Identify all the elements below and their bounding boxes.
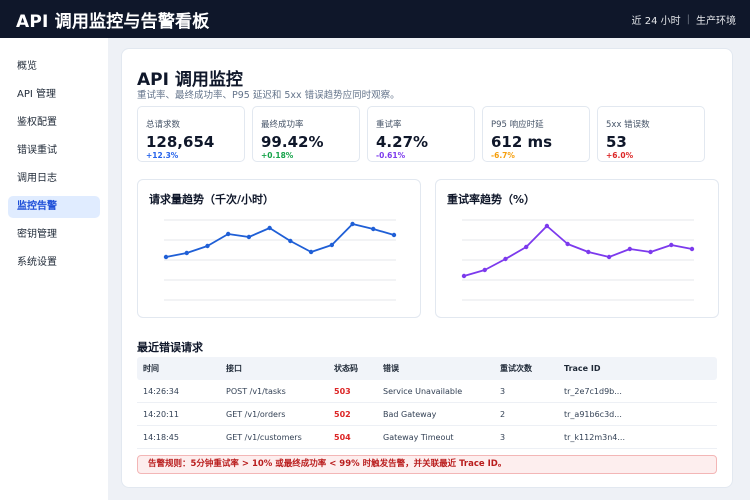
kpi-label: 5xx 错误数 — [606, 120, 650, 130]
data-point[interactable] — [205, 243, 210, 249]
cell-trace-id[interactable]: tr_a91b6c3d... — [558, 410, 717, 419]
data-point[interactable] — [544, 223, 550, 229]
data-point[interactable] — [565, 241, 570, 247]
sidebar-item-overview[interactable]: 概览 — [8, 56, 100, 78]
sidebar-item-api-management[interactable]: API 管理 — [8, 84, 100, 106]
kpi-value: 612 ms — [491, 133, 553, 151]
kpi-card-total-requests: 总请求数 128,654 +12.3% — [137, 106, 245, 162]
cell-time: 14:20:11 — [143, 409, 179, 419]
sidebar-item-call-logs[interactable]: 调用日志 — [8, 168, 100, 190]
data-point[interactable] — [523, 244, 529, 250]
cell-trace-id[interactable]: tr_2e7c1d9b... — [558, 387, 717, 396]
data-point[interactable] — [503, 256, 508, 262]
table-row[interactable]: 14:18:45 GET /v1/customers 504 Gateway T… — [137, 426, 717, 449]
sidebar: 概览 API 管理 鉴权配置 错误重试 调用日志 监控告警 密钥管理 系统设置 — [0, 38, 108, 500]
kpi-delta: -6.7% — [491, 151, 515, 160]
data-point[interactable] — [586, 249, 591, 255]
cell-retries: 3 — [500, 386, 506, 396]
page-subtitle: 重试率、最终成功率、P95 延迟和 5xx 错误趋势应同时观察。 — [137, 90, 400, 101]
cell-error: Gateway Timeout — [383, 432, 454, 442]
data-point[interactable] — [391, 232, 397, 238]
data-point[interactable] — [371, 226, 376, 232]
cell-retries: 3 — [500, 432, 506, 442]
kpi-label: 总请求数 — [146, 120, 181, 130]
data-point[interactable] — [606, 254, 612, 260]
data-point[interactable] — [184, 250, 189, 256]
data-point[interactable] — [163, 254, 169, 260]
cell-status-code: 503 — [334, 386, 351, 396]
cell-time: 14:26:34 — [143, 386, 179, 396]
time-range-selector[interactable]: 近 24 小时 — [632, 12, 681, 27]
cell-status-code: 504 — [334, 432, 351, 442]
sidebar-item-system-settings[interactable]: 系统设置 — [8, 252, 100, 274]
cell-error: Service Unavailable — [383, 386, 463, 396]
data-point[interactable] — [350, 221, 355, 227]
kpi-value: 53 — [606, 133, 627, 151]
topbar-meta: 近 24 小时 | 生产环境 — [632, 12, 736, 27]
table-header: 时间 接口 状态码 错误 重试次数 Trace ID — [137, 357, 717, 380]
error-table-title: 最近错误请求 — [137, 341, 203, 354]
kpi-delta: -0.61% — [376, 151, 406, 160]
data-point[interactable] — [461, 273, 467, 279]
sidebar-item-monitoring-alerts[interactable]: 监控告警 — [8, 196, 100, 218]
sidebar-item-error-retry[interactable]: 错误重试 — [8, 140, 100, 162]
column-header-time[interactable]: 时间 — [137, 363, 220, 374]
kpi-delta: +0.18% — [261, 151, 294, 160]
alert-rule-banner: 告警规则：5分钟重试率 > 10% 或最终成功率 < 99% 时触发告警，并关联… — [137, 455, 717, 474]
kpi-row: 总请求数 128,654 +12.3% 最终成功率 99.42% +0.18% … — [137, 106, 719, 162]
data-point[interactable] — [225, 231, 231, 237]
cell-retries: 2 — [500, 409, 506, 419]
kpi-delta: +6.0% — [606, 151, 634, 160]
cell-endpoint: GET /v1/customers — [226, 432, 302, 442]
cell-time: 14:18:45 — [143, 432, 179, 442]
kpi-delta: +12.3% — [146, 151, 179, 160]
data-point[interactable] — [627, 246, 633, 252]
kpi-label: P95 响应时延 — [491, 120, 544, 130]
sidebar-item-auth-config[interactable]: 鉴权配置 — [8, 112, 100, 134]
sidebar-item-key-management[interactable]: 密钥管理 — [8, 224, 100, 246]
environment-selector[interactable]: 生产环境 — [696, 12, 736, 27]
data-point[interactable] — [308, 249, 314, 255]
data-point[interactable] — [246, 234, 252, 240]
cell-error: Bad Gateway — [383, 409, 437, 419]
kpi-label: 重试率 — [376, 120, 402, 130]
kpi-value: 99.42% — [261, 133, 324, 151]
table-row[interactable]: 14:26:34 POST /v1/tasks 503 Service Unav… — [137, 380, 717, 403]
column-header-trace-id[interactable]: Trace ID — [558, 364, 717, 373]
cell-trace-id[interactable]: tr_k112m3n4... — [558, 433, 717, 442]
data-point[interactable] — [689, 246, 695, 252]
cell-endpoint: GET /v1/orders — [226, 409, 286, 419]
table-row[interactable]: 14:20:11 GET /v1/orders 502 Bad Gateway … — [137, 403, 717, 426]
series-line — [463, 225, 693, 277]
kpi-value: 4.27% — [376, 133, 429, 151]
chart-card-requests: 请求量趋势（千次/小时） — [137, 179, 421, 318]
chart-title: 请求量趋势（千次/小时） — [149, 193, 275, 206]
data-point[interactable] — [267, 225, 272, 231]
top-bar: API 调用监控与告警看板 近 24 小时 | 生产环境 — [0, 0, 750, 38]
kpi-label: 最终成功率 — [261, 120, 304, 130]
cell-endpoint: POST /v1/tasks — [226, 386, 286, 396]
cell-status-code: 502 — [334, 409, 351, 419]
kpi-card-5xx-errors: 5xx 错误数 53 +6.0% — [597, 106, 705, 162]
kpi-card-retry-rate: 重试率 4.27% -0.61% — [367, 106, 475, 162]
topbar-divider: | — [686, 13, 690, 25]
column-header-status[interactable]: 状态码 — [328, 363, 377, 374]
column-header-error[interactable]: 错误 — [377, 363, 494, 374]
column-header-retries[interactable]: 重试次数 — [494, 363, 558, 374]
kpi-card-success-rate: 最终成功率 99.42% +0.18% — [252, 106, 360, 162]
kpi-value: 128,654 — [146, 133, 215, 151]
app-title: API 调用监控与告警看板 — [16, 11, 210, 32]
data-point[interactable] — [329, 242, 335, 248]
column-header-endpoint[interactable]: 接口 — [220, 363, 328, 374]
chart-card-retry-rate: 重试率趋势（%） — [435, 179, 719, 318]
data-point[interactable] — [288, 238, 293, 244]
data-point[interactable] — [482, 267, 487, 273]
main-panel: API 调用监控 重试率、最终成功率、P95 延迟和 5xx 错误趋势应同时观察… — [121, 48, 733, 488]
error-table: 时间 接口 状态码 错误 重试次数 Trace ID 14:26:34 POST… — [137, 357, 717, 449]
chart-title: 重试率趋势（%） — [447, 193, 536, 206]
kpi-card-p95-latency: P95 响应时延 612 ms -6.7% — [482, 106, 590, 162]
data-point[interactable] — [669, 242, 674, 248]
data-point[interactable] — [648, 249, 653, 255]
